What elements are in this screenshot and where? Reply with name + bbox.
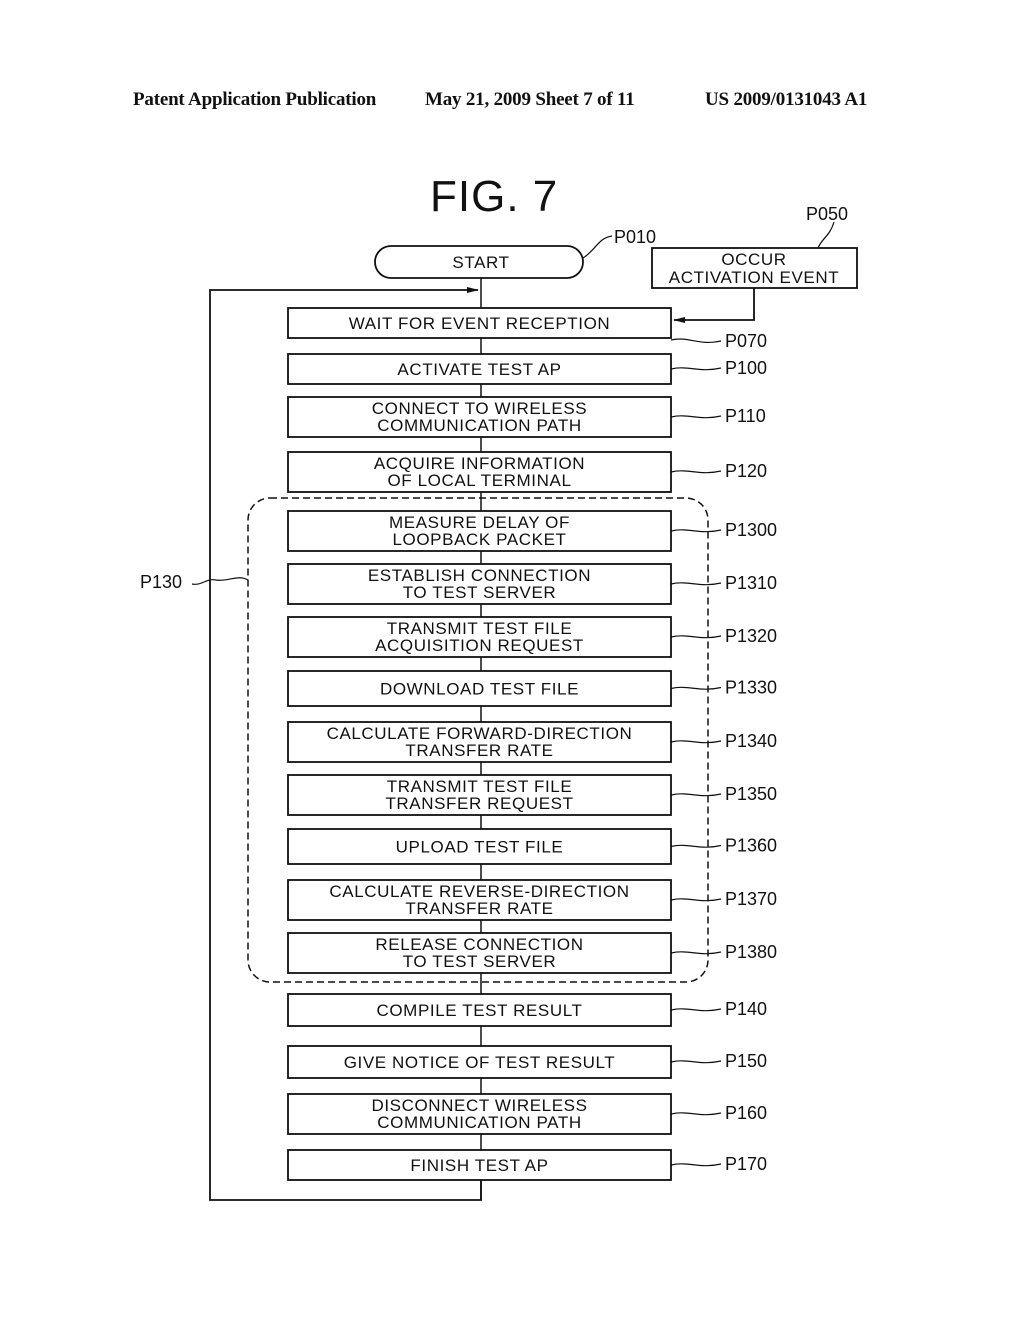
step-label-line-2: OF LOCAL TERMINAL: [387, 471, 571, 490]
ref-leader: [670, 529, 722, 533]
step-ref: P120: [725, 461, 767, 481]
activation-event-node: OCCUR ACTIVATION EVENT: [651, 247, 858, 289]
step-label-line-2: TRANSFER RATE: [405, 741, 553, 760]
process-step-p1330: DOWNLOAD TEST FILE P1330: [287, 670, 777, 707]
ref-leader: [670, 338, 722, 343]
ref-leader: [670, 415, 722, 419]
start-label: START: [452, 253, 509, 272]
step-ref: P1300: [725, 520, 777, 540]
step-label: GIVE NOTICE OF TEST RESULT: [344, 1053, 616, 1072]
process-step-p1300: MEASURE DELAY OFLOOPBACK PACKET P1300: [287, 510, 777, 552]
steps-layer: WAIT FOR EVENT RECEPTIONP070ACTIVATE TES…: [287, 307, 777, 1181]
step-label-line-2: TRANSFER RATE: [405, 899, 553, 918]
process-step-p1310: ESTABLISH CONNECTIONTO TEST SERVER P1310: [287, 563, 777, 605]
step-ref: P1310: [725, 573, 777, 593]
process-step-p070: WAIT FOR EVENT RECEPTION P070: [287, 307, 767, 351]
ref-leader: [670, 1060, 722, 1064]
ref-leader: [670, 1163, 722, 1167]
process-step-p1350: TRANSMIT TEST FILETRANSFER REQUEST P1350: [287, 774, 777, 816]
start-node: START: [374, 245, 584, 279]
ref-leader: [670, 470, 722, 474]
process-step-p150: GIVE NOTICE OF TEST RESULT P150: [287, 1045, 767, 1079]
step-label-line-2: COMMUNICATION PATH: [377, 1113, 581, 1132]
step-label: DOWNLOAD TEST FILE: [380, 680, 579, 699]
step-ref: P150: [725, 1051, 767, 1071]
step-ref: P1360: [725, 836, 777, 856]
process-step-p1360: UPLOAD TEST FILE P1360: [287, 828, 777, 865]
process-step-p1380: RELEASE CONNECTIONTO TEST SERVER P1380: [287, 932, 777, 974]
step-ref: P1380: [725, 942, 777, 962]
event-ref: P050: [806, 204, 848, 224]
ref-leader: [670, 635, 722, 639]
step-ref: P070: [725, 331, 767, 351]
event-arrow: [673, 288, 755, 323]
step-ref: P1320: [725, 626, 777, 646]
event-line-2: ACTIVATION EVENT: [669, 268, 840, 287]
step-label: WAIT FOR EVENT RECEPTION: [349, 314, 611, 333]
step-label: FINISH TEST AP: [410, 1156, 548, 1175]
process-step-p170: FINISH TEST AP P170: [287, 1149, 767, 1181]
ref-leader: [670, 686, 722, 690]
step-ref: P110: [725, 406, 766, 426]
process-step-p100: ACTIVATE TEST AP P100: [287, 353, 767, 385]
step-label-line-2: LOOPBACK PACKET: [392, 530, 566, 549]
process-step-p140: COMPILE TEST RESULT P140: [287, 993, 767, 1027]
ref-leader: [670, 1112, 722, 1116]
step-ref: P170: [725, 1154, 767, 1174]
event-ref-leader: [817, 221, 835, 249]
group-ref-leader: [191, 577, 249, 585]
process-step-p1320: TRANSMIT TEST FILEACQUISITION REQUEST P13…: [287, 616, 777, 658]
step-label: ACTIVATE TEST AP: [397, 360, 561, 379]
step-ref: P140: [725, 999, 767, 1019]
step-ref: P1350: [725, 784, 777, 804]
step-ref: P160: [725, 1103, 767, 1123]
process-step-p1370: CALCULATE REVERSE-DIRECTIONTRANSFER RATE…: [287, 879, 777, 921]
ref-leader: [670, 740, 722, 744]
step-label-line-2: COMMUNICATION PATH: [377, 416, 581, 435]
process-step-p120: ACQUIRE INFORMATIONOF LOCAL TERMINAL P120: [287, 451, 767, 493]
step-label-line-2: TRANSFER REQUEST: [385, 794, 573, 813]
ref-leader: [670, 793, 722, 797]
flowchart: START P010 OCCUR ACTIVATION EVENT P050 P…: [140, 204, 858, 1201]
process-step-p110: CONNECT TO WIRELESSCOMMUNICATION PATH P11…: [287, 396, 766, 438]
step-label: COMPILE TEST RESULT: [376, 1001, 582, 1020]
step-ref: P100: [725, 358, 767, 378]
process-step-p160: DISCONNECT WIRELESSCOMMUNICATION PATH P16…: [287, 1093, 767, 1135]
step-label: UPLOAD TEST FILE: [396, 838, 564, 857]
start-ref: P010: [614, 227, 656, 247]
step-ref: P1330: [725, 678, 777, 698]
ref-leader: [670, 898, 722, 902]
ref-leader: [670, 844, 722, 848]
ref-leader: [670, 582, 722, 586]
step-ref: P1370: [725, 889, 777, 909]
ref-leader: [670, 951, 722, 955]
ref-leader: [670, 367, 722, 371]
start-ref-leader: [582, 235, 613, 259]
step-label-line-2: TO TEST SERVER: [403, 583, 557, 602]
step-label-line-2: ACQUISITION REQUEST: [375, 636, 584, 655]
event-line-1: OCCUR: [721, 250, 786, 269]
process-step-p1340: CALCULATE FORWARD-DIRECTIONTRANSFER RATE…: [287, 721, 777, 763]
step-ref: P1340: [725, 731, 777, 751]
group-ref: P130: [140, 572, 182, 592]
step-label-line-2: TO TEST SERVER: [403, 952, 557, 971]
ref-leader: [670, 1008, 722, 1012]
